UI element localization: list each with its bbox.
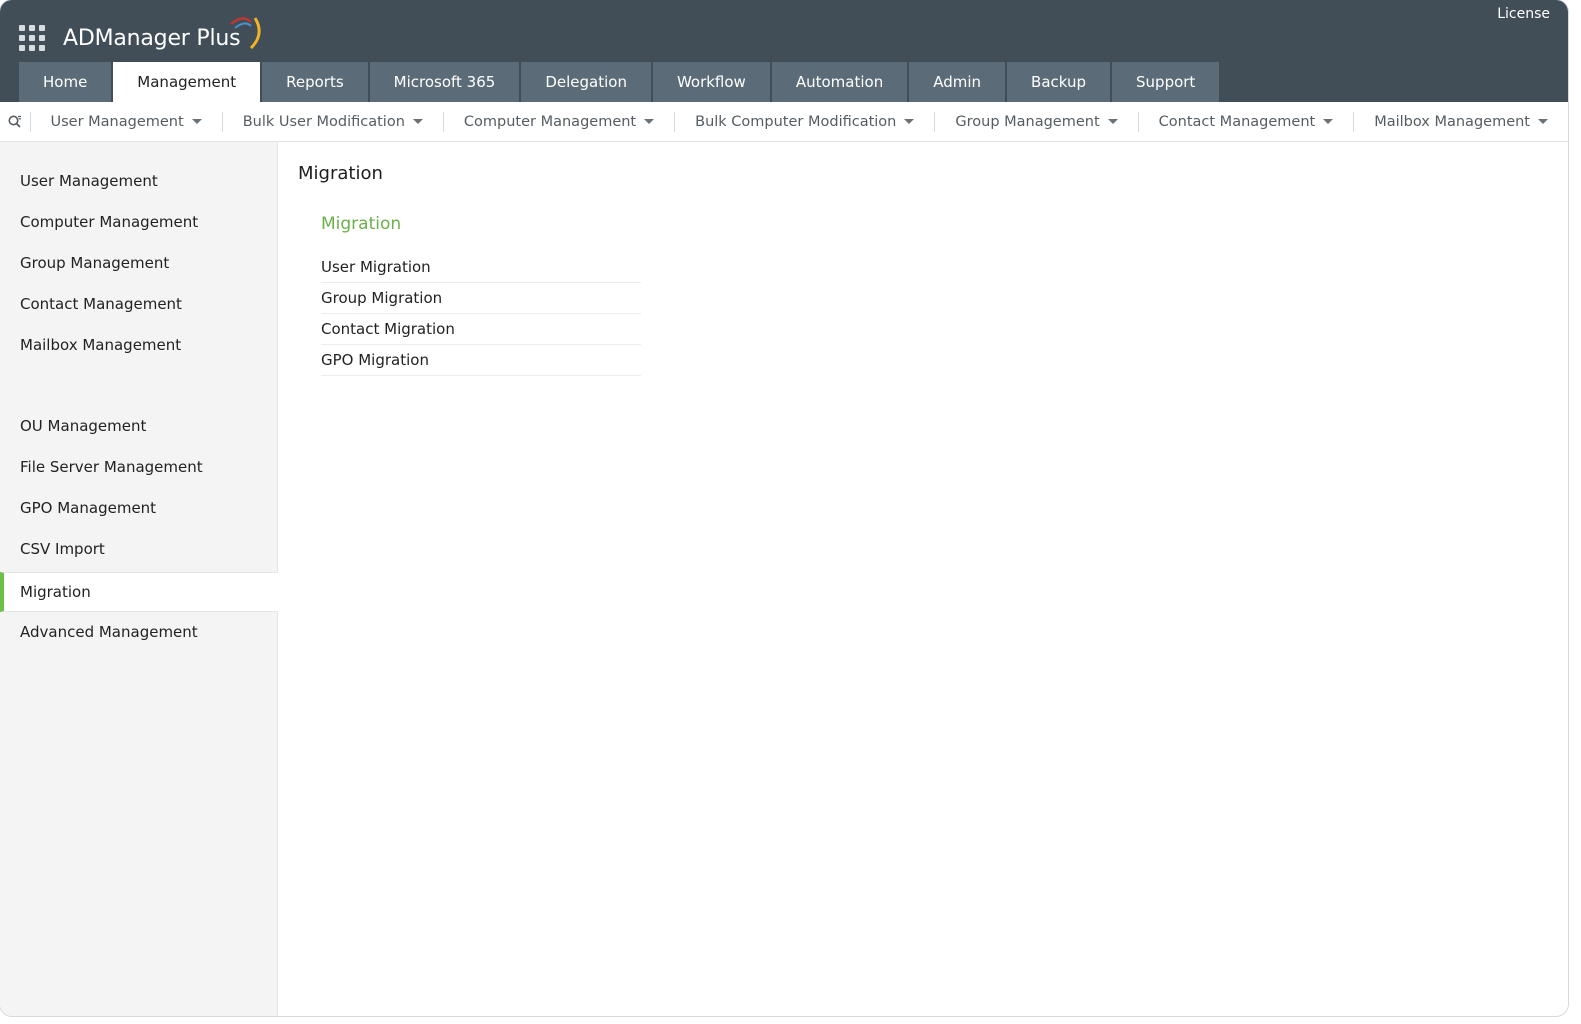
- subnav-label: Group Management: [955, 113, 1100, 130]
- migration-links: User Migration Group Migration Contact M…: [321, 252, 641, 376]
- sidebar-item-user-management[interactable]: User Management: [0, 161, 277, 201]
- sidebar: User Management Computer Management Grou…: [0, 142, 278, 1016]
- tab-management[interactable]: Management: [113, 62, 261, 102]
- chevron-down-icon: [412, 119, 423, 124]
- top-header: ADManager Plus License Home Management R…: [0, 0, 1568, 102]
- chevron-down-icon: [1107, 119, 1118, 124]
- gpo-migration-link[interactable]: GPO Migration: [321, 345, 641, 376]
- sidebar-item-computer-management[interactable]: Computer Management: [0, 202, 277, 242]
- user-migration-link[interactable]: User Migration: [321, 252, 641, 283]
- sidebar-item-contact-management[interactable]: Contact Management: [0, 284, 277, 324]
- sidebar-item-mailbox-management[interactable]: Mailbox Management: [0, 325, 277, 365]
- logo-arc-icon: [230, 17, 261, 50]
- chevron-down-icon: [1323, 119, 1334, 124]
- subnav-label: Mailbox Management: [1374, 113, 1530, 130]
- subnav-bulk-user-modification[interactable]: Bulk User Modification: [221, 111, 443, 132]
- app-grid-icon[interactable]: [19, 25, 45, 51]
- sub-navigation: User Management Bulk User Modification C…: [0, 102, 1568, 142]
- sidebar-item-file-server-management[interactable]: File Server Management: [0, 447, 277, 487]
- tab-reports[interactable]: Reports: [262, 62, 368, 102]
- search-icon[interactable]: [0, 102, 30, 141]
- product-name: ADManager Plus: [63, 25, 241, 51]
- tab-home[interactable]: Home: [19, 62, 112, 102]
- subnav-label: User Management: [50, 113, 184, 130]
- subnav-user-management[interactable]: User Management: [29, 111, 222, 132]
- page-title: Migration: [298, 163, 383, 184]
- group-migration-link[interactable]: Group Migration: [321, 283, 641, 314]
- tab-backup[interactable]: Backup: [1007, 62, 1111, 102]
- subnav-bulk-computer-modification[interactable]: Bulk Computer Modification: [674, 111, 934, 132]
- subnav-label: Computer Management: [463, 113, 637, 130]
- tab-automation[interactable]: Automation: [771, 62, 908, 102]
- tab-admin[interactable]: Admin: [909, 62, 1006, 102]
- tab-delegation[interactable]: Delegation: [521, 62, 651, 102]
- sidebar-item-advanced-management[interactable]: Advanced Management: [0, 612, 277, 652]
- subnav-label: Bulk Computer Modification: [695, 113, 897, 130]
- subnav-computer-management[interactable]: Computer Management: [442, 111, 674, 132]
- subnav-group-management[interactable]: Group Management: [934, 111, 1137, 132]
- chevron-down-icon: [904, 119, 915, 124]
- license-link[interactable]: License: [1497, 6, 1550, 22]
- sidebar-item-group-management[interactable]: Group Management: [0, 243, 277, 283]
- section-title: Migration: [321, 214, 402, 234]
- subnav-label: Contact Management: [1158, 113, 1316, 130]
- sidebar-item-csv-import[interactable]: CSV Import: [0, 529, 277, 569]
- subnav-contact-management[interactable]: Contact Management: [1137, 111, 1354, 132]
- product-logo[interactable]: ADManager Plus: [63, 17, 261, 54]
- chevron-down-icon: [191, 119, 202, 124]
- contact-migration-link[interactable]: Contact Migration: [321, 314, 641, 345]
- main-tabs: Home Management Reports Microsoft 365 De…: [19, 62, 1221, 102]
- sidebar-item-ou-management[interactable]: OU Management: [0, 406, 277, 446]
- subnav-label: Bulk User Modification: [242, 113, 405, 130]
- tab-support[interactable]: Support: [1112, 62, 1220, 102]
- app-window: ADManager Plus License Home Management R…: [0, 0, 1568, 1016]
- chevron-down-icon: [1538, 119, 1548, 124]
- tab-microsoft-365[interactable]: Microsoft 365: [369, 62, 520, 102]
- sidebar-item-gpo-management[interactable]: GPO Management: [0, 488, 277, 528]
- subnav-mailbox-management[interactable]: Mailbox Management: [1353, 111, 1568, 132]
- sidebar-item-migration[interactable]: Migration: [0, 572, 278, 612]
- chevron-down-icon: [644, 119, 655, 124]
- tab-workflow[interactable]: Workflow: [652, 62, 770, 102]
